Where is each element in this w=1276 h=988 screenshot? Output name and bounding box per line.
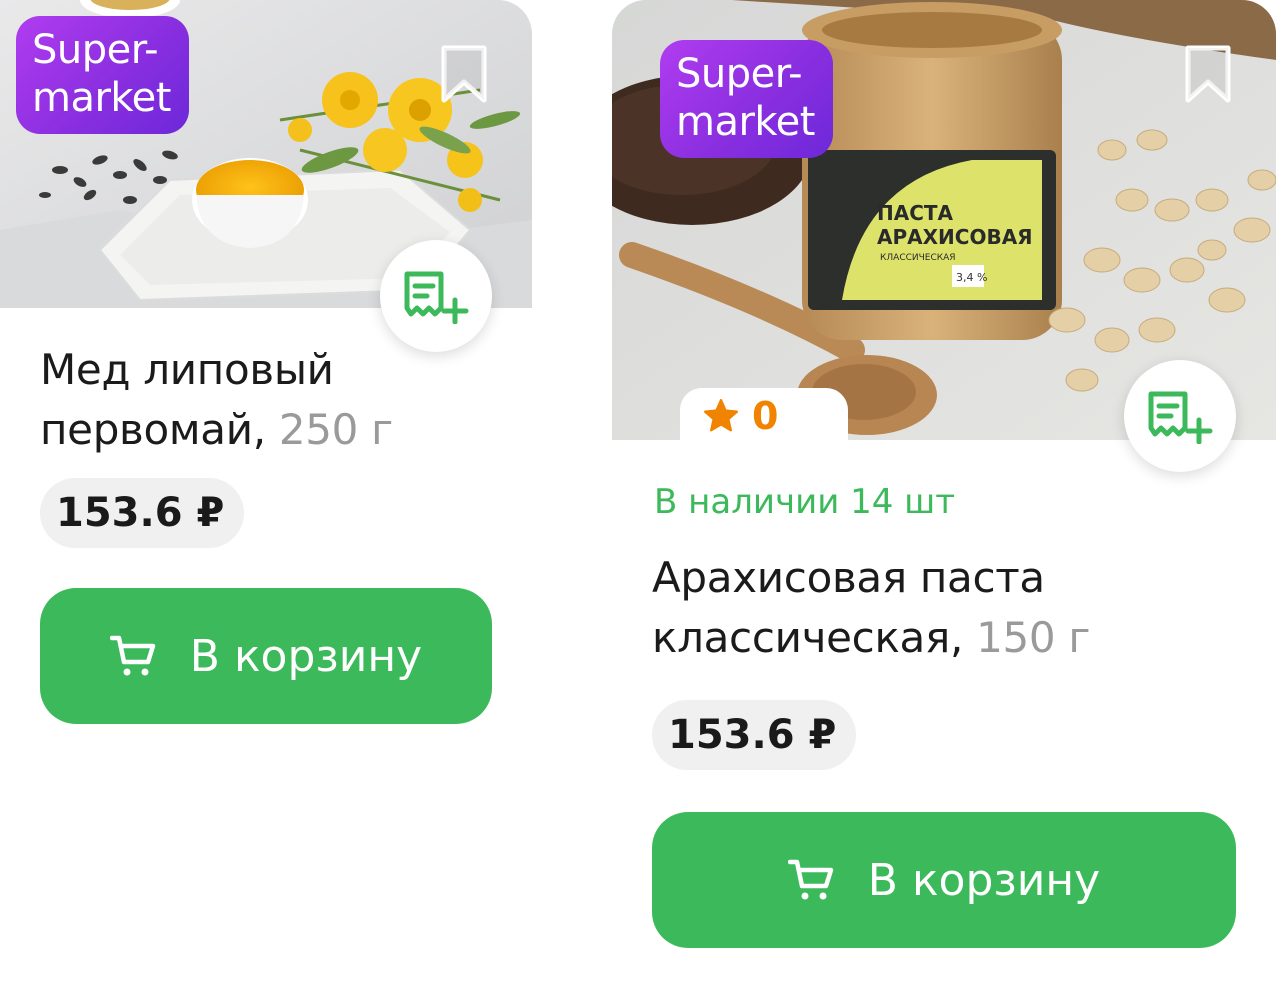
product-card-peanut-butter: ПАСТА АРАХИСОВАЯ КЛАССИЧЕСКАЯ 3,4 % Supe… xyxy=(612,0,1276,988)
product-weight: 150 г xyxy=(976,613,1091,662)
supermarket-badge: Super- market xyxy=(660,40,833,158)
add-to-cart-button[interactable]: В корзину xyxy=(652,812,1236,948)
bookmark-icon[interactable] xyxy=(1184,44,1232,106)
product-title[interactable]: Арахисовая паста классическая, 150 г xyxy=(652,548,1252,668)
add-to-list-icon xyxy=(1148,391,1213,444)
svg-text:КЛАССИЧЕСКАЯ: КЛАССИЧЕСКАЯ xyxy=(880,253,956,263)
svg-text:АРАХИСОВАЯ: АРАХИСОВАЯ xyxy=(877,225,1033,249)
add-to-list-button[interactable] xyxy=(1124,360,1236,472)
rating-badge: 0 xyxy=(680,388,848,444)
add-to-cart-label: В корзину xyxy=(867,854,1101,906)
rating-value: 0 xyxy=(752,394,779,438)
supermarket-badge: Super- market xyxy=(16,16,189,134)
price-tag: 153.6 ₽ xyxy=(40,478,245,548)
product-card-honey: Super- market Мед липовый первомай, 250 … xyxy=(0,0,532,988)
add-to-list-button[interactable] xyxy=(380,240,492,352)
svg-text:3,4 %: 3,4 % xyxy=(956,271,987,284)
product-weight: 250 г xyxy=(278,405,393,454)
price-tag: 153.6 ₽ xyxy=(652,700,857,770)
star-icon xyxy=(703,398,739,432)
add-to-list-icon xyxy=(404,271,469,324)
svg-text:ПАСТА: ПАСТА xyxy=(877,201,954,225)
add-to-cart-label: В корзину xyxy=(189,630,423,682)
add-to-cart-button[interactable]: В корзину xyxy=(40,588,492,724)
bookmark-icon[interactable] xyxy=(440,44,488,106)
stock-status: В наличии 14 шт xyxy=(654,482,956,522)
cart-icon xyxy=(787,859,834,900)
cart-icon xyxy=(109,635,156,676)
product-title[interactable]: Мед липовый первомай, 250 г xyxy=(40,340,520,460)
